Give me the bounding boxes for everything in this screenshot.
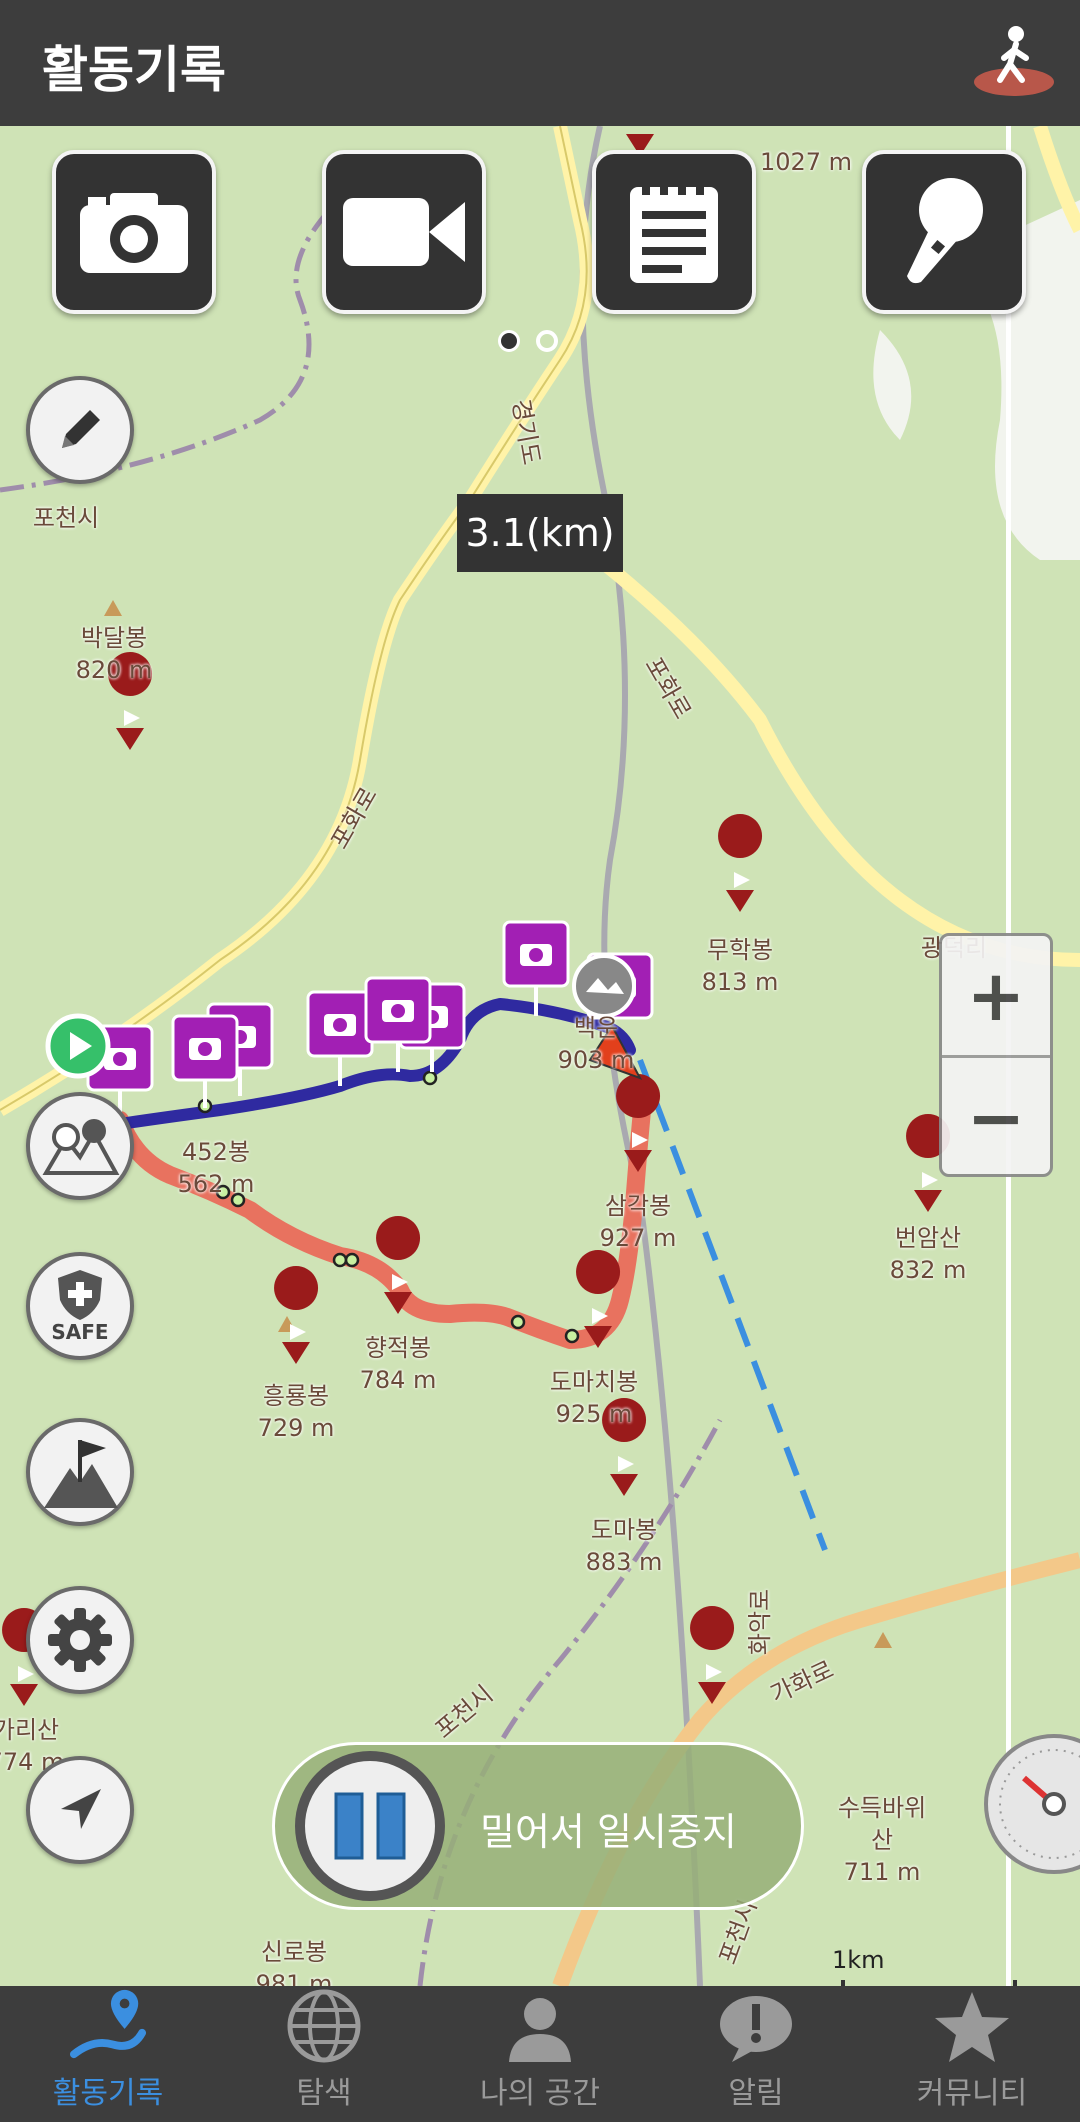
safe-shield-icon bbox=[58, 1270, 102, 1320]
person-icon bbox=[509, 1998, 571, 2062]
map-label: 흥룡봉 729 m bbox=[257, 1382, 335, 1442]
alert-bubble-icon bbox=[720, 1996, 792, 2062]
map-label: 향적봉 784 m bbox=[359, 1334, 437, 1394]
road-label: 화악로 bbox=[746, 1588, 774, 1656]
page-title: 활동기록 bbox=[42, 41, 226, 99]
compass[interactable] bbox=[984, 1734, 1080, 1874]
map-label: 도마치봉 925 m bbox=[549, 1368, 639, 1428]
page-dot bbox=[536, 330, 558, 352]
app-header: 활동기록 bbox=[0, 0, 1080, 126]
nav-label: 커뮤니티 bbox=[916, 2076, 1028, 2111]
safe-button[interactable]: SAFE bbox=[26, 1252, 134, 1360]
route-pin-icon bbox=[69, 1989, 147, 2059]
pause-slider-knob[interactable] bbox=[295, 1751, 445, 1901]
memo-button[interactable] bbox=[592, 150, 756, 314]
map-view[interactable]: 포천시 박달봉 820 m 무학봉 813 m 광덕리 백운 903 m 삼각봉… bbox=[0, 126, 1080, 1986]
nav-label: 탐색 bbox=[296, 2076, 352, 2111]
zoom-control: + − bbox=[939, 933, 1053, 1177]
nav-alerts[interactable]: 알림 bbox=[648, 1986, 864, 2122]
notepad-icon bbox=[630, 181, 718, 283]
voice-button[interactable] bbox=[862, 150, 1026, 314]
nav-explore[interactable]: 탐색 bbox=[216, 1986, 432, 2122]
page-dot-active bbox=[498, 330, 520, 352]
map-label: 무학봉 813 m bbox=[701, 936, 779, 996]
nav-my-space[interactable]: 나의 공간 bbox=[432, 1986, 648, 2122]
page-indicator bbox=[498, 330, 574, 356]
star-icon bbox=[935, 1992, 1009, 2062]
camera-icon bbox=[80, 193, 188, 273]
map-label: 도마봉 883 m bbox=[585, 1516, 663, 1576]
zoom-in-button[interactable]: + bbox=[942, 936, 1050, 1055]
map-label: 452봉 562 m bbox=[177, 1138, 255, 1198]
nav-community[interactable]: 커뮤니티 bbox=[864, 1986, 1080, 2122]
locate-button[interactable] bbox=[26, 1756, 134, 1864]
map-label: 포천시 bbox=[32, 504, 100, 532]
map-label: 박달봉 820 m bbox=[75, 624, 153, 684]
nav-label: 알림 bbox=[728, 2076, 784, 2111]
video-camera-icon bbox=[343, 198, 465, 266]
gear-icon bbox=[48, 1608, 112, 1672]
pause-slider-label: 밀어서 일시중지 bbox=[480, 1810, 737, 1854]
map-base bbox=[0, 126, 1080, 1986]
map-label: 번암산 832 m bbox=[889, 1224, 967, 1284]
map-label: 신로봉 981 m bbox=[255, 1938, 333, 1986]
zoom-out-button[interactable]: − bbox=[942, 1055, 1050, 1177]
group-button[interactable] bbox=[26, 1092, 134, 1200]
distance-label: 3.1(km) bbox=[457, 494, 623, 572]
summit-button[interactable] bbox=[26, 1418, 134, 1526]
mountain-flag-icon bbox=[44, 1440, 118, 1508]
map-label: 백운 903 m bbox=[557, 1014, 635, 1074]
nav-label: 활동기록 bbox=[52, 2076, 164, 2111]
safe-label: SAFE bbox=[51, 1320, 109, 1344]
map-label: 삼각봉 927 m bbox=[599, 1192, 677, 1252]
edit-button[interactable] bbox=[26, 376, 134, 484]
poi-markers bbox=[2, 134, 951, 1706]
pencil-icon bbox=[62, 410, 100, 448]
bottom-navigation: 활동기록 탐색 나의 공간 알림 커뮤니티 bbox=[0, 1986, 1080, 2122]
pause-slider[interactable]: 밀어서 일시중지 bbox=[272, 1742, 804, 1910]
camera-button[interactable] bbox=[52, 150, 216, 314]
group-people-icon bbox=[42, 1119, 120, 1175]
video-button[interactable] bbox=[322, 150, 486, 314]
nav-label: 나의 공간 bbox=[480, 2076, 600, 2111]
pause-icon bbox=[334, 1792, 406, 1860]
globe-icon bbox=[287, 1989, 361, 2063]
nav-activity[interactable]: 활동기록 bbox=[0, 1986, 216, 2122]
navigation-arrow-icon bbox=[61, 1789, 101, 1829]
microphone-icon bbox=[907, 178, 983, 284]
scale-label: 1km bbox=[832, 1946, 885, 1974]
compass-needle-icon bbox=[999, 1749, 1080, 1859]
map-label: 1027 m bbox=[759, 148, 853, 176]
walking-person-icon[interactable] bbox=[970, 22, 1056, 102]
map-label: 수득바위 산 711 m bbox=[837, 1794, 927, 1886]
settings-button[interactable] bbox=[26, 1586, 134, 1694]
